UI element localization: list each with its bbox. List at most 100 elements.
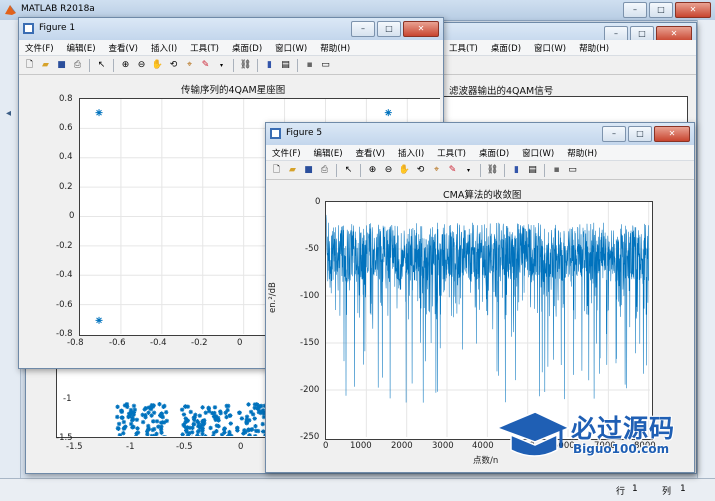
bg-menu-help[interactable]: 帮助(H) <box>579 42 609 54</box>
menu-tools[interactable]: 工具(T) <box>190 42 219 54</box>
brush-icon[interactable]: ✎ <box>199 59 212 72</box>
signal-point <box>135 418 139 422</box>
menu-desktop[interactable]: 桌面(D) <box>232 42 262 54</box>
pan-icon[interactable]: ✋ <box>151 59 164 72</box>
signal-point <box>257 410 261 414</box>
data-cursor-icon[interactable]: ⌖ <box>430 164 443 177</box>
print-icon[interactable]: ⎙ <box>318 164 331 177</box>
print-icon[interactable]: ⎙ <box>71 59 84 72</box>
link-plot-icon[interactable]: ⛓ <box>486 164 499 177</box>
save-icon[interactable]: ■ <box>302 164 315 177</box>
open-folder-icon[interactable]: ▰ <box>286 164 299 177</box>
menu-tools[interactable]: 工具(T) <box>437 147 466 159</box>
figure1-titlebar: Figure 1 – □ ✕ <box>19 18 443 41</box>
menu-file[interactable]: 文件(F) <box>272 147 301 159</box>
f5-ytick: -200 <box>300 385 319 395</box>
link-plot-icon[interactable]: ⛓ <box>239 59 252 72</box>
dropdown-arrow-icon[interactable]: ▾ <box>215 59 228 72</box>
figure5-close-button[interactable]: ✕ <box>654 126 690 142</box>
brush-icon[interactable]: ✎ <box>446 164 459 177</box>
signal-point <box>135 426 139 430</box>
signal-point <box>229 421 233 425</box>
rotate-icon[interactable]: ⟲ <box>414 164 427 177</box>
watermark-url: Biguo100.com <box>573 442 669 456</box>
signal-point <box>116 427 120 431</box>
figure-window-icon <box>23 23 34 34</box>
signal-point <box>143 413 147 417</box>
legend-icon[interactable]: ▤ <box>279 59 292 72</box>
signal-point <box>155 419 159 423</box>
data-cursor-icon[interactable]: ⌖ <box>183 59 196 72</box>
dropdown-arrow-icon[interactable]: ▾ <box>462 164 475 177</box>
menu-insert[interactable]: 插入(I) <box>398 147 424 159</box>
pan-icon[interactable]: ✋ <box>398 164 411 177</box>
signal-point <box>131 425 135 429</box>
left-nav-arrow-icon[interactable]: ◂ <box>6 108 11 119</box>
signal-point <box>246 428 250 432</box>
bg-menu-tools[interactable]: 工具(T) <box>449 42 478 54</box>
zoom-out-icon[interactable]: ⊖ <box>135 59 148 72</box>
legend-icon[interactable]: ▤ <box>526 164 539 177</box>
figure5-minimize-button[interactable]: – <box>602 126 626 142</box>
figure5-plot-title: CMA算法的收敛图 <box>443 187 521 201</box>
menu-edit[interactable]: 编辑(E) <box>67 42 96 54</box>
signal-point <box>212 431 216 435</box>
figure5-menubar: 文件(F) 编辑(E) 查看(V) 插入(I) 工具(T) 桌面(D) 窗口(W… <box>266 145 694 161</box>
menu-file[interactable]: 文件(F) <box>25 42 54 54</box>
menu-help[interactable]: 帮助(H) <box>567 147 597 159</box>
new-figure-icon[interactable]: 🗋 <box>23 59 36 72</box>
signal-point <box>245 417 249 421</box>
status-row-label: 行 <box>616 484 625 497</box>
menu-insert[interactable]: 插入(I) <box>151 42 177 54</box>
rotate-icon[interactable]: ⟲ <box>167 59 180 72</box>
menu-window[interactable]: 窗口(W) <box>522 147 554 159</box>
signal-point <box>146 411 150 415</box>
menu-edit[interactable]: 编辑(E) <box>314 147 343 159</box>
colorbar-icon[interactable]: ▮ <box>510 164 523 177</box>
signal-point <box>115 415 119 419</box>
pointer-icon[interactable]: ↖ <box>95 59 108 72</box>
bg-xtick: -1.5 <box>66 442 83 452</box>
open-folder-icon[interactable]: ▰ <box>39 59 52 72</box>
save-icon[interactable]: ■ <box>55 59 68 72</box>
signal-point <box>141 420 145 424</box>
f1-ytick: -0.2 <box>56 241 73 251</box>
show-tools-icon[interactable]: ▭ <box>319 59 332 72</box>
signal-point <box>185 419 189 423</box>
figure1-maximize-button[interactable]: □ <box>377 21 401 37</box>
f5-ytick: 0 <box>315 197 320 207</box>
main-maximize-button[interactable]: □ <box>649 2 673 18</box>
bg-menu-desktop[interactable]: 桌面(D) <box>491 42 521 54</box>
colorbar-icon[interactable]: ▮ <box>263 59 276 72</box>
menu-help[interactable]: 帮助(H) <box>320 42 350 54</box>
signal-point <box>146 424 150 428</box>
hide-tools-icon[interactable]: ▪ <box>550 164 563 177</box>
hide-tools-icon[interactable]: ▪ <box>303 59 316 72</box>
signal-point <box>185 430 189 434</box>
signal-point <box>253 434 257 436</box>
main-close-button[interactable]: ✕ <box>675 2 711 18</box>
main-window-title: MATLAB R2018a <box>21 4 95 14</box>
figure1-menubar: 文件(F) 编辑(E) 查看(V) 插入(I) 工具(T) 桌面(D) 窗口(W… <box>19 40 443 56</box>
menu-desktop[interactable]: 桌面(D) <box>479 147 509 159</box>
new-figure-icon[interactable]: 🗋 <box>270 164 283 177</box>
menu-view[interactable]: 查看(V) <box>356 147 385 159</box>
zoom-in-icon[interactable]: ⊕ <box>119 59 132 72</box>
figure5-maximize-button[interactable]: □ <box>628 126 652 142</box>
bg-menu-window[interactable]: 窗口(W) <box>534 42 566 54</box>
bg-xtick: -0.5 <box>176 442 193 452</box>
show-tools-icon[interactable]: ▭ <box>566 164 579 177</box>
zoom-out-icon[interactable]: ⊖ <box>382 164 395 177</box>
figure1-close-button[interactable]: ✕ <box>403 21 439 37</box>
signal-point <box>226 404 230 408</box>
main-minimize-button[interactable]: – <box>623 2 647 18</box>
signal-point <box>159 413 163 417</box>
f1-ytick: 0 <box>69 211 74 221</box>
menu-view[interactable]: 查看(V) <box>109 42 138 54</box>
zoom-in-icon[interactable]: ⊕ <box>366 164 379 177</box>
signal-point <box>200 405 204 409</box>
figure1-minimize-button[interactable]: – <box>351 21 375 37</box>
menu-window[interactable]: 窗口(W) <box>275 42 307 54</box>
pointer-icon[interactable]: ↖ <box>342 164 355 177</box>
figure5-titlebar: Figure 5 – □ ✕ <box>266 123 694 146</box>
